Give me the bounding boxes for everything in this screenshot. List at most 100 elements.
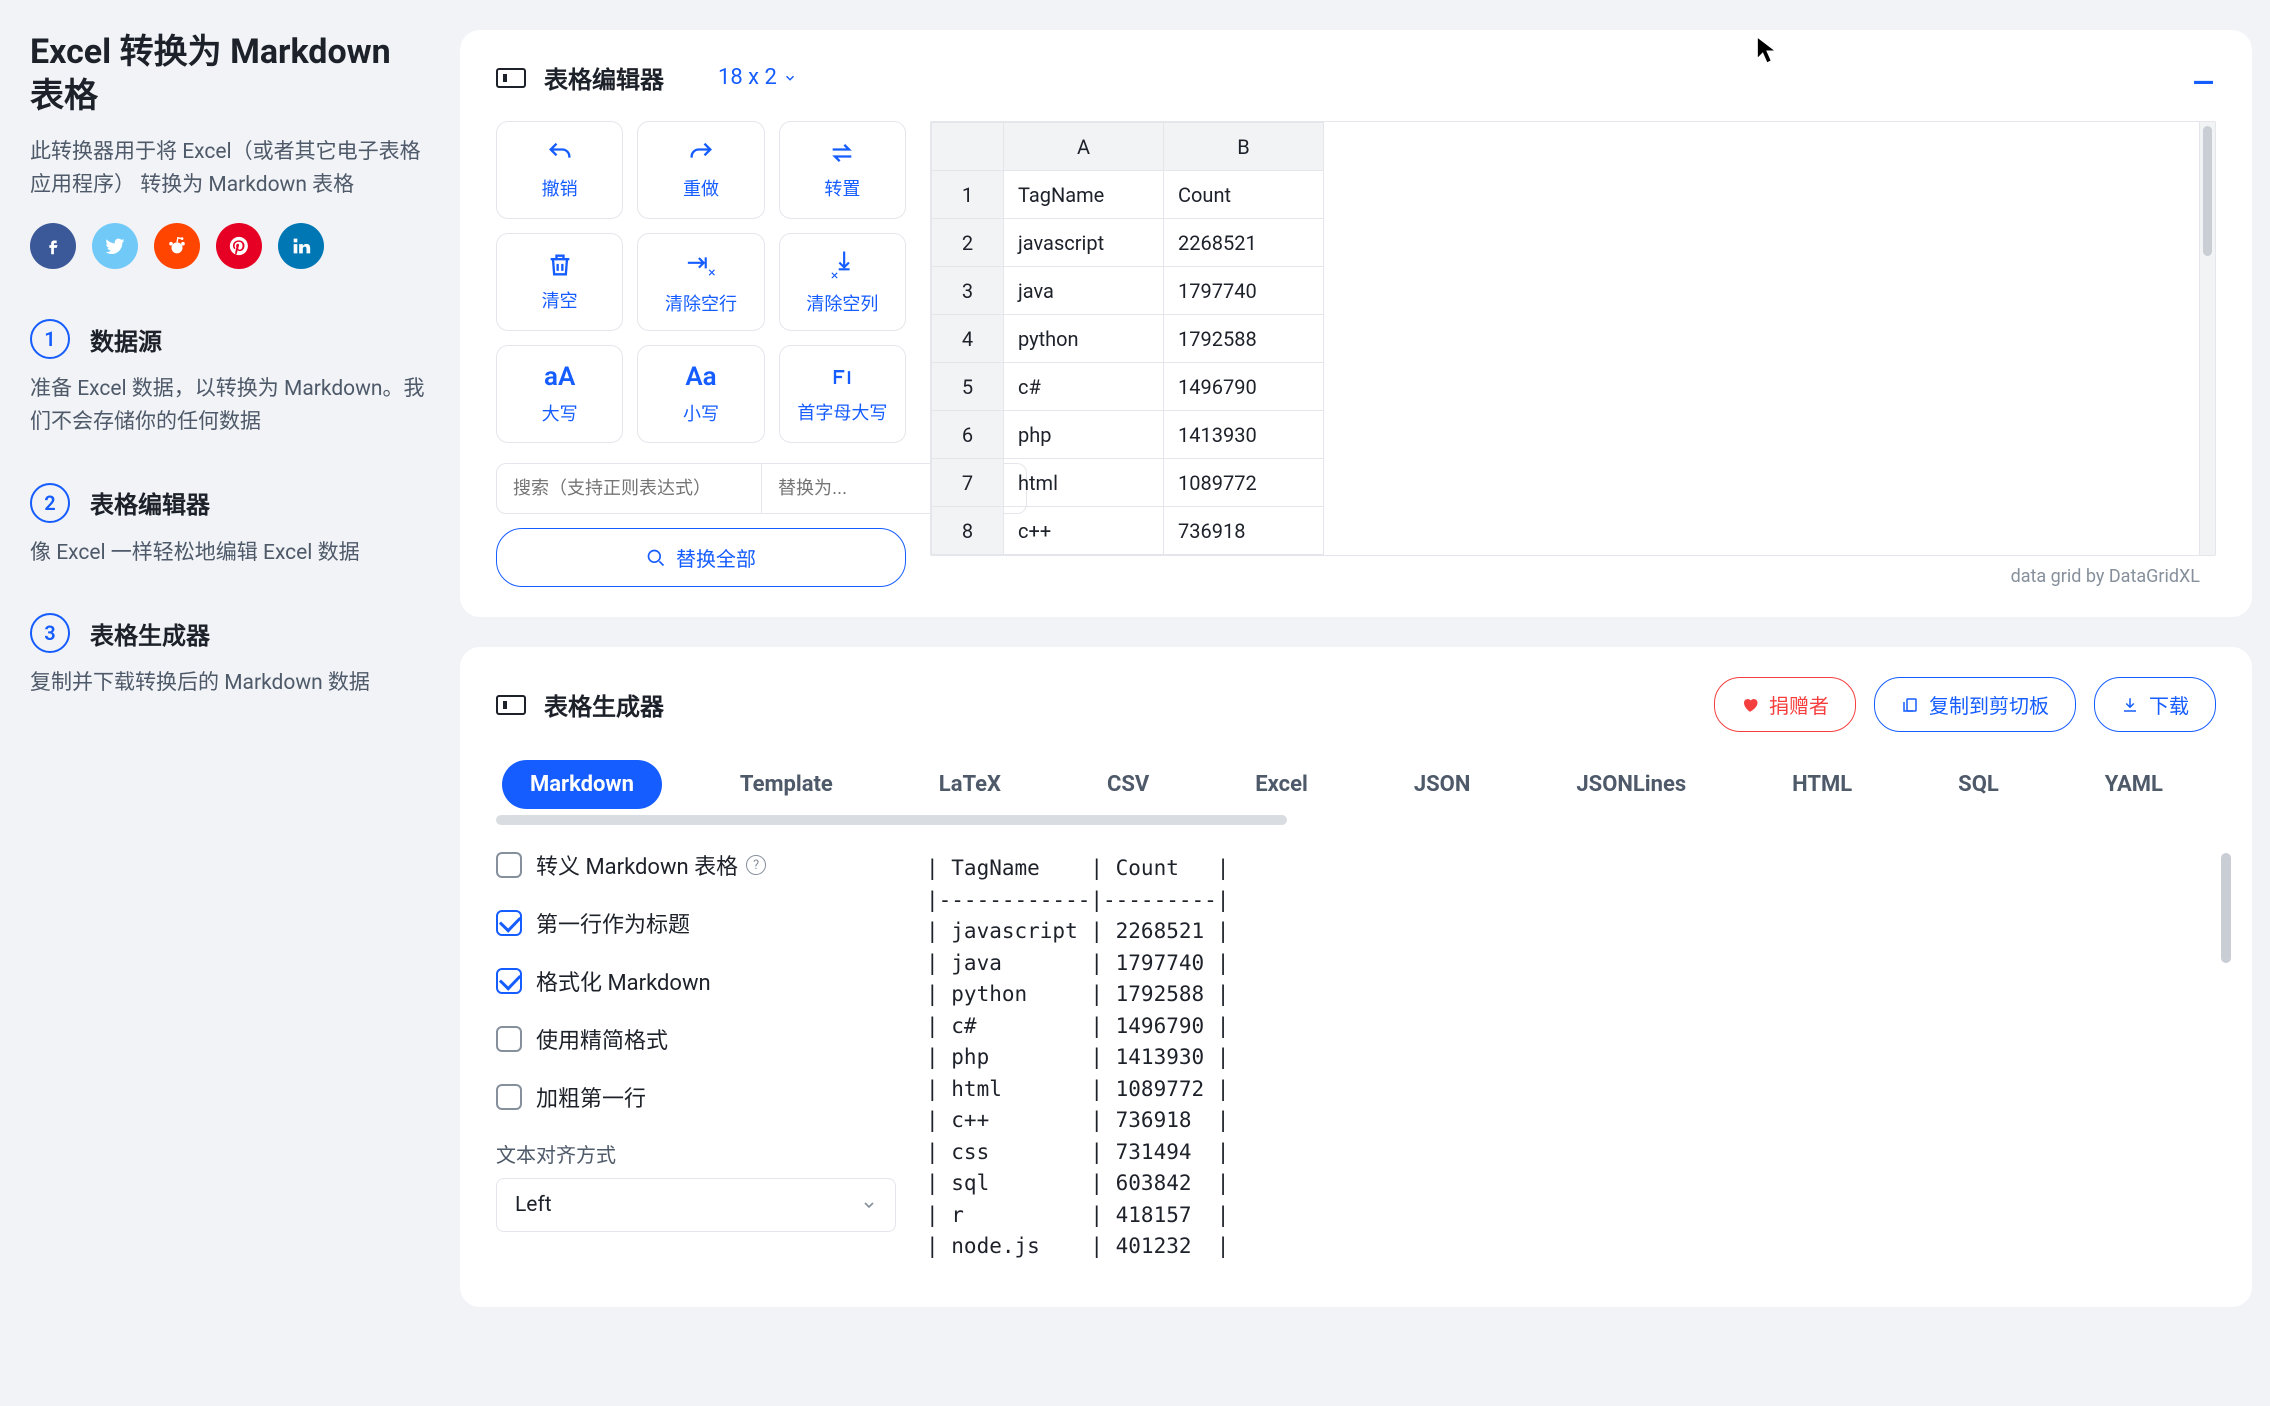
transpose-button[interactable]: 转置 <box>779 121 906 219</box>
row-header[interactable]: 5 <box>932 363 1004 411</box>
generator-panel: 表格生成器 捐赠者 复制到剪切板 下载 <box>460 647 2252 1307</box>
tab-jsonlines[interactable]: JSONLines <box>1548 760 1714 809</box>
replace-all-label: 替换全部 <box>676 543 756 572</box>
clear-rows-icon: ⇥× <box>686 248 715 281</box>
undo-label: 撤销 <box>542 175 578 201</box>
clear-button[interactable]: 清空 <box>496 233 623 331</box>
step-item[interactable]: 2 表格编辑器 <box>30 483 430 523</box>
row-header[interactable]: 4 <box>932 315 1004 363</box>
copy-button[interactable]: 复制到剪切板 <box>1874 677 2076 732</box>
donate-button[interactable]: 捐赠者 <box>1714 677 1856 732</box>
redo-button[interactable]: 重做 <box>637 121 764 219</box>
share-linkedin-button[interactable] <box>278 223 324 269</box>
download-button[interactable]: 下载 <box>2094 677 2216 732</box>
download-icon <box>2121 696 2139 714</box>
grid-cell[interactable]: python <box>1004 315 1164 363</box>
grid-cell[interactable]: 1797740 <box>1164 267 1324 315</box>
row-header[interactable]: 1 <box>932 171 1004 219</box>
lowercase-icon: Aa <box>685 362 716 392</box>
grid-cell[interactable]: Count <box>1164 171 1324 219</box>
tab-template[interactable]: Template <box>712 760 861 809</box>
toolbar: 撤销 重做 转置 清空 <box>496 121 906 587</box>
page-description: 此转换器用于将 Excel（或者其它电子表格应用程序） 转换为 Markdown… <box>30 136 430 201</box>
tabs-scrollbar-thumb[interactable] <box>496 815 1287 825</box>
format-tabs: Markdown Template LaTeX CSV Excel JSON JSONLin… <box>496 760 2216 809</box>
step-item[interactable]: 1 数据源 <box>30 319 430 359</box>
markdown-icon <box>496 695 526 715</box>
output-code[interactable]: | TagName | Count | |------------|------… <box>926 849 2216 1263</box>
row-header[interactable]: 8 <box>932 507 1004 555</box>
share-reddit-button[interactable] <box>154 223 200 269</box>
step-description: 复制并下载转换后的 Markdown 数据 <box>30 667 430 700</box>
grid-cell[interactable]: 2268521 <box>1164 219 1324 267</box>
transpose-icon <box>828 139 856 167</box>
grid-cell[interactable]: java <box>1004 267 1164 315</box>
grid-cell[interactable]: html <box>1004 459 1164 507</box>
copy-label: 复制到剪切板 <box>1929 690 2049 719</box>
tab-sql[interactable]: SQL <box>1930 760 2027 809</box>
grid-scrollbar[interactable] <box>2199 122 2215 555</box>
grid-cell[interactable]: c++ <box>1004 507 1164 555</box>
clear-empty-cols-button[interactable]: ⇥× 清除空列 <box>779 233 906 331</box>
grid-cell[interactable]: 1496790 <box>1164 363 1324 411</box>
grid-scrollbar-thumb[interactable] <box>2203 126 2212 256</box>
share-pinterest-button[interactable] <box>216 223 262 269</box>
uppercase-button[interactable]: aA 大写 <box>496 345 623 443</box>
help-icon[interactable]: ? <box>746 855 766 875</box>
output-scrollbar-thumb[interactable] <box>2221 853 2231 963</box>
capitalize-button[interactable]: 首字母大写 <box>779 345 906 443</box>
tab-html[interactable]: HTML <box>1764 760 1880 809</box>
compact-checkbox[interactable] <box>496 1026 522 1052</box>
table-size-selector[interactable]: 18 x 2 <box>718 65 797 90</box>
first-row-header-checkbox[interactable] <box>496 910 522 936</box>
chevron-down-icon <box>783 71 797 85</box>
tab-csv[interactable]: CSV <box>1079 760 1177 809</box>
column-header[interactable]: A <box>1004 123 1164 171</box>
lowercase-button[interactable]: Aa 小写 <box>637 345 764 443</box>
share-twitter-button[interactable] <box>92 223 138 269</box>
heart-icon <box>1741 696 1759 714</box>
undo-button[interactable]: 撤销 <box>496 121 623 219</box>
grid-cell[interactable]: 1792588 <box>1164 315 1324 363</box>
row-header[interactable]: 2 <box>932 219 1004 267</box>
tab-excel[interactable]: Excel <box>1227 760 1336 809</box>
data-grid[interactable]: AB 1TagNameCount 2javascript2268521 3java17… <box>930 121 2216 556</box>
twitter-icon <box>104 235 126 257</box>
tab-json[interactable]: JSON <box>1386 760 1499 809</box>
grid-cell[interactable]: 1089772 <box>1164 459 1324 507</box>
grid-cell[interactable]: TagName <box>1004 171 1164 219</box>
grid-cell[interactable]: javascript <box>1004 219 1164 267</box>
row-header[interactable]: 3 <box>932 267 1004 315</box>
escape-checkbox[interactable] <box>496 852 522 878</box>
row-header[interactable]: 6 <box>932 411 1004 459</box>
tab-latex[interactable]: LaTeX <box>911 760 1029 809</box>
share-facebook-button[interactable] <box>30 223 76 269</box>
column-header[interactable]: B <box>1164 123 1324 171</box>
row-header[interactable]: 7 <box>932 459 1004 507</box>
escape-label: 转义 Markdown 表格 <box>536 849 738 881</box>
grid-cell[interactable]: 736918 <box>1164 507 1324 555</box>
capitalize-label: 首字母大写 <box>797 399 887 425</box>
facebook-icon <box>42 235 64 257</box>
output-scrollbar[interactable] <box>2218 849 2234 1263</box>
alignment-select[interactable]: Left <box>496 1178 896 1232</box>
linkedin-icon <box>290 235 312 257</box>
tab-yaml[interactable]: YAML <box>2077 760 2191 809</box>
bold-first-row-checkbox[interactable] <box>496 1084 522 1110</box>
minimize-button[interactable]: — <box>2193 66 2214 99</box>
search-input[interactable] <box>496 463 761 514</box>
grid-cell[interactable]: php <box>1004 411 1164 459</box>
grid-cell[interactable]: c# <box>1004 363 1164 411</box>
step-item[interactable]: 3 表格生成器 <box>30 613 430 653</box>
clear-empty-rows-button[interactable]: ⇥× 清除空行 <box>637 233 764 331</box>
grid-corner[interactable] <box>932 123 1004 171</box>
step-number: 3 <box>30 613 70 653</box>
format-markdown-checkbox[interactable] <box>496 968 522 994</box>
replace-all-button[interactable]: 替换全部 <box>496 528 906 587</box>
tab-markdown[interactable]: Markdown <box>502 760 662 809</box>
tabs-scrollbar[interactable] <box>496 815 2216 825</box>
step-title: 表格编辑器 <box>90 485 210 520</box>
redo-label: 重做 <box>683 175 719 201</box>
grid-cell[interactable]: 1413930 <box>1164 411 1324 459</box>
clear-cols-icon: ⇥× <box>826 250 859 279</box>
